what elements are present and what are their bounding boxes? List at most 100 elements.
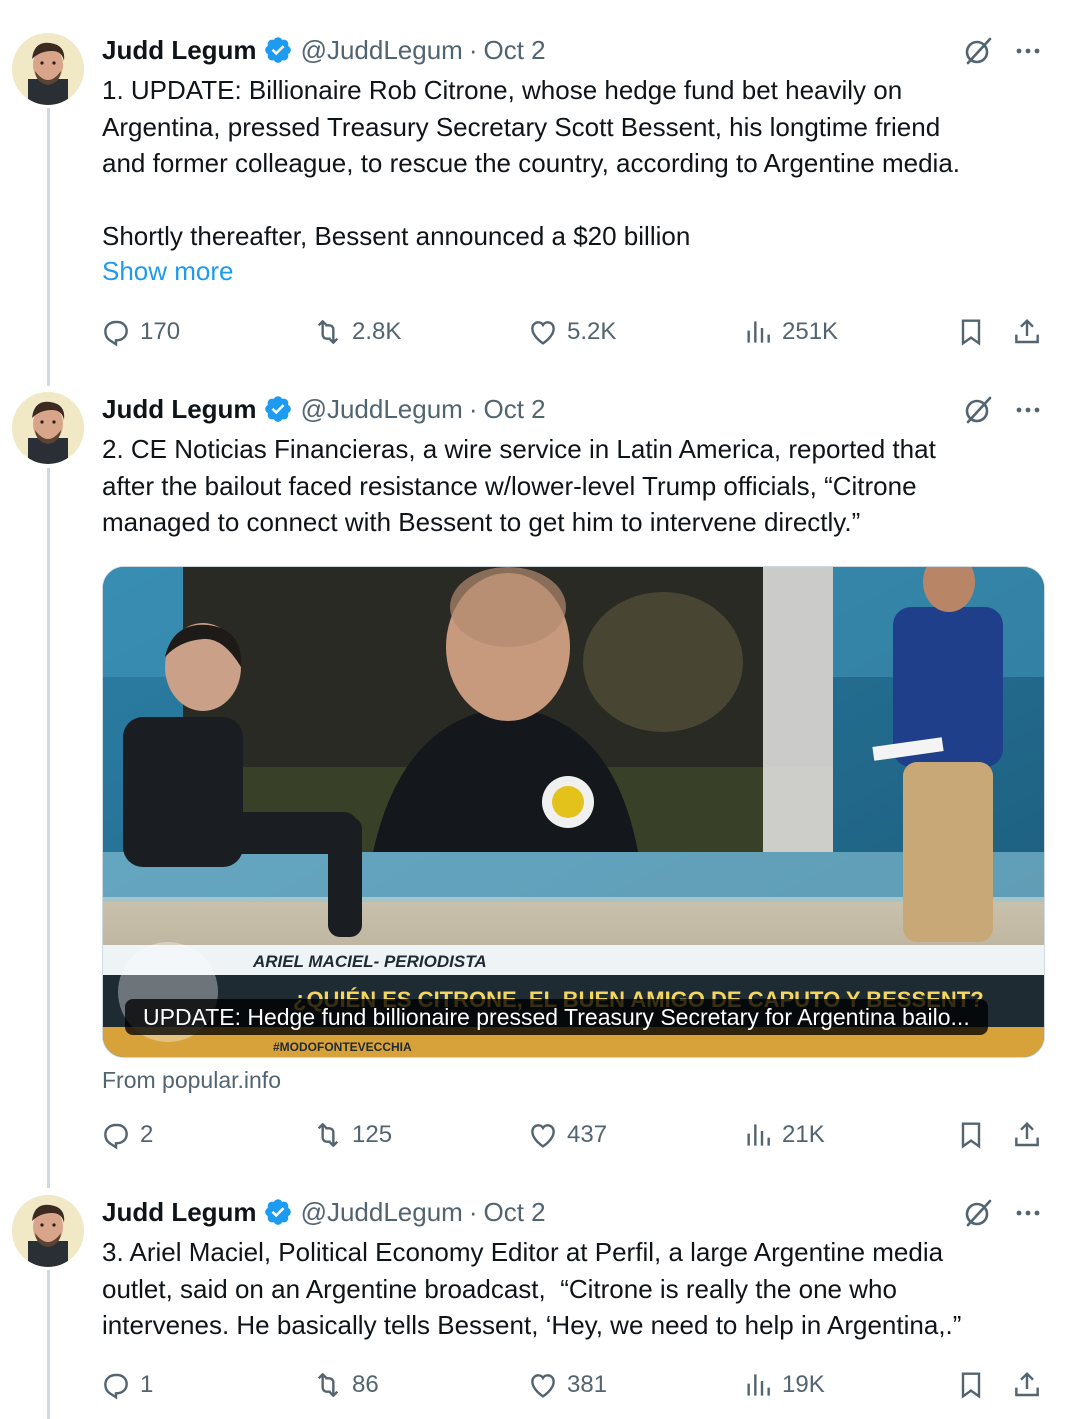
tweet-1[interactable]: Judd Legum @JuddLegum · Oct 2 1. UPDATE:…	[0, 33, 1083, 363]
views-button[interactable]: 251K	[742, 312, 838, 352]
verified-badge-icon	[263, 35, 293, 65]
share-button[interactable]	[1011, 1115, 1051, 1155]
share-button[interactable]	[1011, 1365, 1051, 1405]
author-avatar[interactable]	[12, 392, 84, 464]
like-count: 5.2K	[567, 318, 617, 345]
verified-badge-icon	[263, 1197, 293, 1227]
tweet-text-line: Shortly thereafter, Bessent announced a …	[102, 221, 691, 251]
reply-button[interactable]: 1	[100, 1365, 153, 1405]
retweet-count: 2.8K	[352, 318, 402, 345]
author-name[interactable]: Judd Legum	[102, 1197, 257, 1228]
tweet-text-line: and former colleague, to rescue the coun…	[102, 148, 961, 178]
show-more-link[interactable]: Show more	[102, 256, 234, 287]
author-avatar[interactable]	[12, 1195, 84, 1267]
author-handle[interactable]: @JuddLegum	[301, 394, 463, 425]
verified-badge-icon	[263, 394, 293, 424]
like-button[interactable]: 5.2K	[527, 312, 616, 352]
author-handle[interactable]: @JuddLegum	[301, 35, 463, 66]
author-name[interactable]: Judd Legum	[102, 394, 257, 425]
tweet-header: Judd Legum @JuddLegum · Oct 2	[102, 392, 546, 426]
retweet-button[interactable]: 125	[312, 1115, 392, 1155]
like-count: 381	[567, 1371, 608, 1398]
reply-icon	[104, 320, 128, 347]
reply-count: 2	[140, 1121, 154, 1148]
tweet-text-line: 3. Ariel Maciel, Political Economy Edito…	[102, 1237, 944, 1267]
retweet-icon	[317, 1373, 339, 1397]
heart-icon	[531, 1374, 555, 1398]
action-bar: 1 86 381 19K	[100, 1365, 1045, 1405]
views-icon	[747, 1374, 770, 1396]
grok-icon[interactable]	[962, 1197, 994, 1229]
heart-icon	[531, 1124, 555, 1148]
views-icon	[747, 1124, 770, 1146]
heart-icon	[531, 321, 555, 345]
author-name[interactable]: Judd Legum	[102, 35, 257, 66]
author-handle[interactable]: @JuddLegum	[301, 1197, 463, 1228]
tweet-text-line: after the bailout faced resistance w/low…	[102, 470, 917, 501]
retweet-button[interactable]: 86	[312, 1365, 379, 1405]
views-button[interactable]: 21K	[742, 1115, 825, 1155]
separator-dot: ·	[468, 34, 478, 65]
broadcast-still-image: ARIEL MACIEL- PERIODISTA ¿QUIÉN ES CITRO…	[103, 567, 1044, 1057]
author-avatar[interactable]	[12, 33, 84, 105]
retweet-count: 86	[352, 1371, 379, 1398]
tweet-text-line: 2. CE Noticias Financieras, a wire servi…	[102, 434, 936, 464]
retweet-icon	[317, 320, 339, 344]
bookmark-button[interactable]	[955, 312, 995, 352]
share-icon	[1015, 1121, 1039, 1147]
reply-icon	[104, 1373, 128, 1400]
tweet-text: 2. CE Noticias Financieras, a wire servi…	[102, 431, 1042, 541]
views-count: 19K	[782, 1371, 825, 1398]
share-icon	[1015, 318, 1039, 344]
separator-dot: ·	[468, 1196, 478, 1227]
like-button[interactable]: 381	[527, 1365, 607, 1405]
like-count: 437	[567, 1121, 608, 1148]
share-button[interactable]	[1011, 312, 1051, 352]
tweet-text-line: managed to connect with Bessent to get h…	[102, 507, 861, 537]
reply-count: 170	[140, 318, 181, 345]
bookmark-icon	[961, 1122, 981, 1149]
bookmark-icon	[961, 1372, 981, 1399]
tweet-text-line	[102, 182, 1042, 219]
share-icon	[1015, 1371, 1039, 1397]
tweet-text-line: outlet, said on an Argentine broadcast, …	[102, 1273, 897, 1304]
retweet-count: 125	[352, 1121, 393, 1148]
retweet-icon	[317, 1123, 339, 1147]
action-bar: 170 2.8K 5.2K 251K	[100, 312, 1045, 352]
reply-button[interactable]: 2	[100, 1115, 153, 1155]
more-icon[interactable]	[1012, 394, 1044, 426]
tweet-text: 1. UPDATE: Billionaire Rob Citrone, whos…	[102, 72, 1042, 255]
more-icon[interactable]	[1012, 1197, 1044, 1229]
link-card-caption: UPDATE: Hedge fund billionaire pressed T…	[125, 999, 988, 1035]
link-card-source[interactable]: From popular.info	[102, 1067, 281, 1094]
tweet-3[interactable]: Judd Legum @JuddLegum · Oct 2 3. Ariel M…	[0, 1195, 1083, 1419]
tweet-header: Judd Legum @JuddLegum · Oct 2	[102, 33, 546, 67]
tweet-text-line: intervenes. He basically tells Bessent, …	[102, 1310, 962, 1340]
grok-icon[interactable]	[962, 35, 994, 67]
lower-third-hashtag: #MODOFONTEVECCHIA	[273, 1040, 412, 1054]
tweet-text-line: 1. UPDATE: Billionaire Rob Citrone, whos…	[102, 75, 903, 105]
tweet-date[interactable]: Oct 2	[484, 1197, 546, 1228]
views-button[interactable]: 19K	[742, 1365, 825, 1405]
grok-icon[interactable]	[962, 394, 994, 426]
bookmark-button[interactable]	[955, 1365, 995, 1405]
more-icon[interactable]	[1012, 35, 1044, 67]
bookmark-icon	[961, 319, 981, 346]
reply-button[interactable]: 170	[100, 312, 180, 352]
views-count: 21K	[782, 1121, 825, 1148]
retweet-button[interactable]: 2.8K	[312, 312, 401, 352]
tweet-text: 3. Ariel Maciel, Political Economy Edito…	[102, 1234, 1042, 1344]
tweet-date[interactable]: Oct 2	[484, 394, 546, 425]
reply-count: 1	[140, 1371, 154, 1398]
action-bar: 2 125 437 21K	[100, 1115, 1045, 1155]
tweet-text-line: Argentina, pressed Treasury Secretary Sc…	[102, 111, 941, 142]
like-button[interactable]: 437	[527, 1115, 607, 1155]
reply-icon	[104, 1123, 128, 1150]
views-icon	[747, 321, 770, 343]
bookmark-button[interactable]	[955, 1115, 995, 1155]
tweet-date[interactable]: Oct 2	[484, 35, 546, 66]
views-count: 251K	[782, 318, 839, 345]
link-card-image[interactable]: ARIEL MACIEL- PERIODISTA ¿QUIÉN ES CITRO…	[102, 566, 1045, 1058]
separator-dot: ·	[468, 393, 478, 424]
tweet-header: Judd Legum @JuddLegum · Oct 2	[102, 1195, 546, 1229]
